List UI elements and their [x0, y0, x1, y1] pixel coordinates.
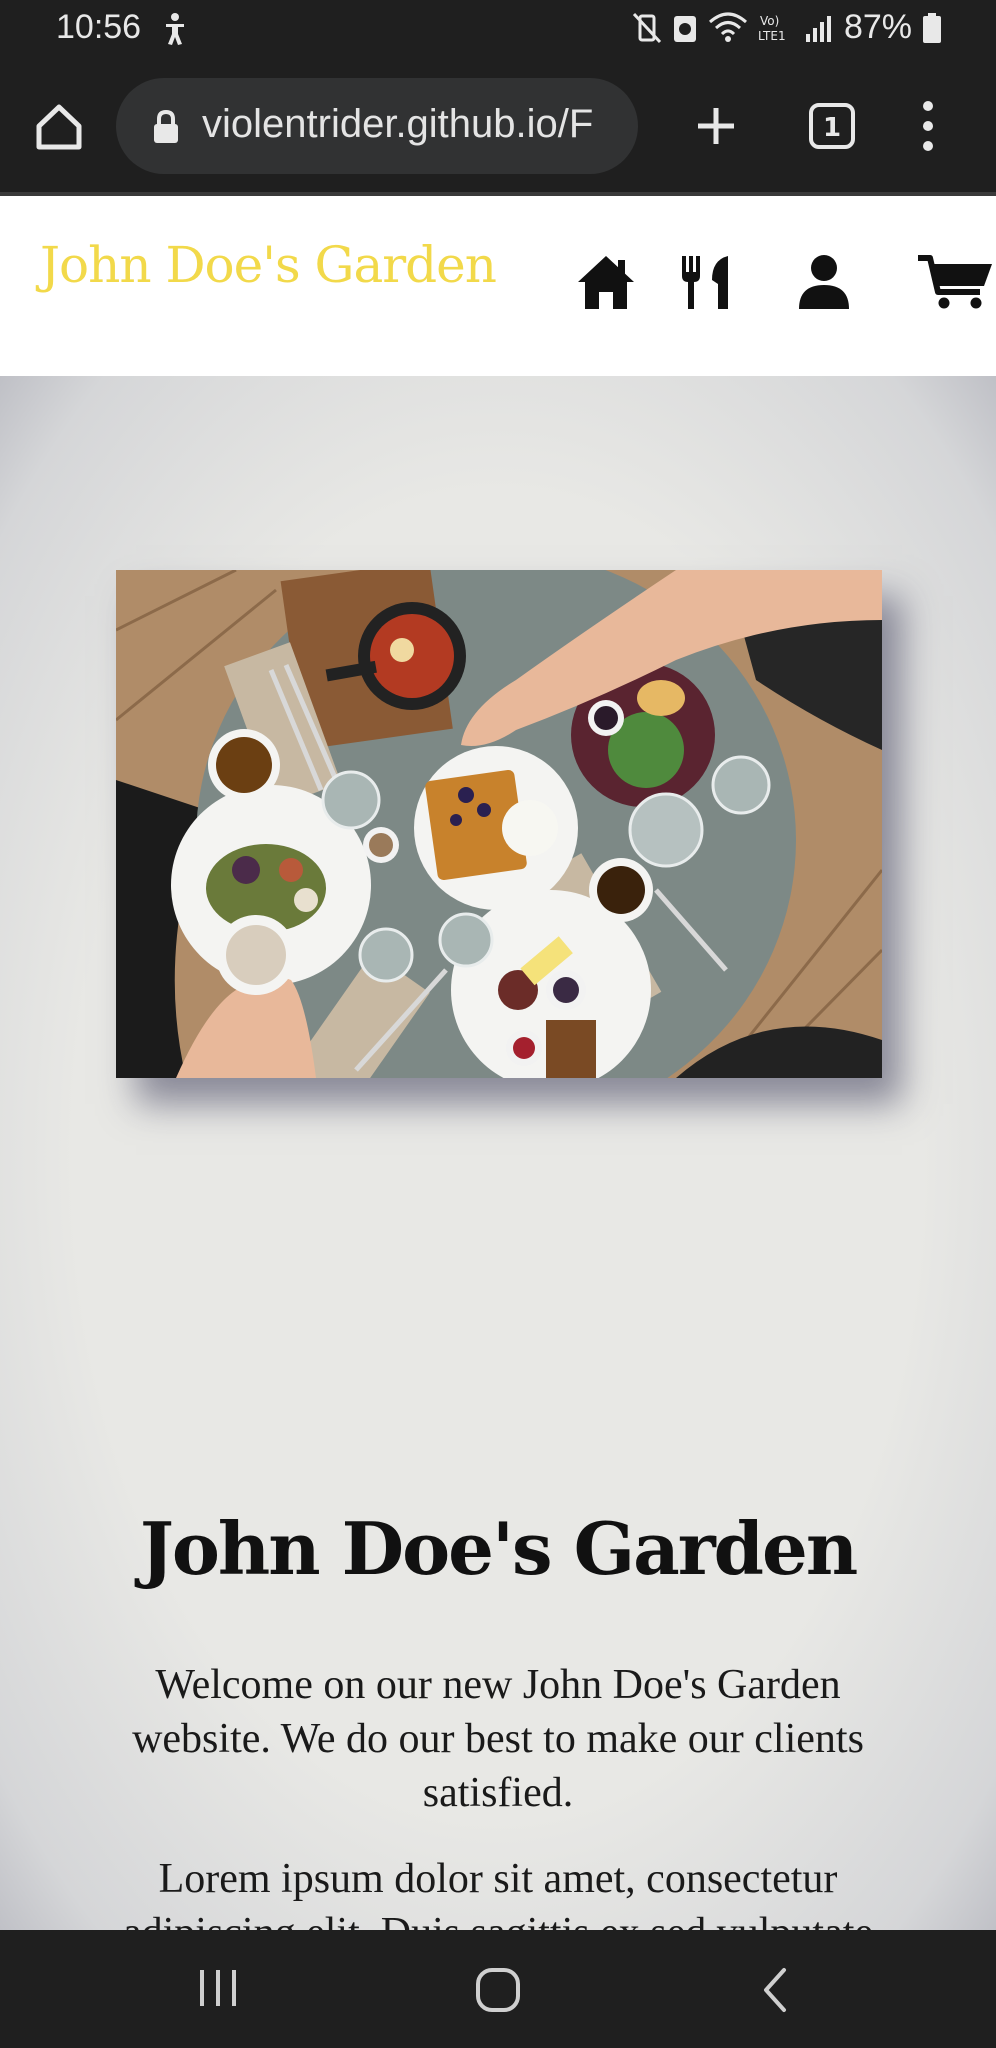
wifi-icon	[708, 12, 747, 42]
user-icon[interactable]	[798, 254, 850, 310]
tabs-icon[interactable]: 1	[808, 102, 856, 150]
status-time: 10:56	[56, 8, 142, 46]
battery-percent: 87%	[843, 8, 912, 46]
home-icon[interactable]	[34, 102, 84, 152]
status-icons: Vo) LTE1 87%	[632, 8, 942, 47]
status-bar: 10:56 Vo) LTE1 87%	[0, 0, 996, 62]
home-button-icon[interactable]	[474, 1966, 522, 2014]
home-icon[interactable]	[576, 254, 636, 310]
signal-icon	[805, 15, 831, 42]
eco-icon	[673, 15, 696, 42]
breakfast-table-photo	[116, 570, 882, 1078]
back-icon[interactable]	[760, 1966, 790, 2014]
site-header: John Doe's Garden	[0, 196, 996, 376]
volte-icon: Vo) LTE1	[758, 14, 786, 43]
new-tab-icon[interactable]	[692, 102, 740, 150]
hero-title: John Doe's Garden	[139, 1506, 858, 1591]
svg-text:Vo): Vo)	[760, 14, 779, 28]
hero-welcome-text: Welcome on our new John Doe's Garden web…	[132, 1662, 864, 1816]
svg-text:LTE1: LTE1	[758, 29, 786, 43]
cart-icon[interactable]	[918, 254, 996, 310]
hero-lorem-text: Lorem ipsum dolor sit amet, consectetur …	[123, 1856, 873, 1930]
restaurant-icon[interactable]	[680, 254, 732, 310]
more-vertical-icon[interactable]	[914, 98, 942, 154]
web-viewport: John Doe's Garden John Doe's Garden Welc…	[0, 196, 996, 1930]
lock-icon	[154, 110, 178, 143]
hero-section: John Doe's Garden Welcome on our new Joh…	[0, 376, 996, 1930]
tab-count: 1	[823, 113, 841, 143]
address-bar[interactable]: violentrider.github.io/F	[116, 78, 638, 174]
battery-icon	[923, 12, 941, 43]
site-logo[interactable]: John Doe's Garden	[40, 236, 497, 294]
recent-apps-icon[interactable]	[196, 1966, 240, 2010]
url-text[interactable]: violentrider.github.io/F	[202, 102, 622, 152]
mute-vibrate-icon	[632, 12, 662, 43]
browser-toolbar: violentrider.github.io/F 1	[0, 62, 996, 192]
hero-image	[116, 570, 882, 1078]
android-navigation-bar	[0, 1930, 996, 2048]
accessibility-icon	[166, 13, 184, 45]
